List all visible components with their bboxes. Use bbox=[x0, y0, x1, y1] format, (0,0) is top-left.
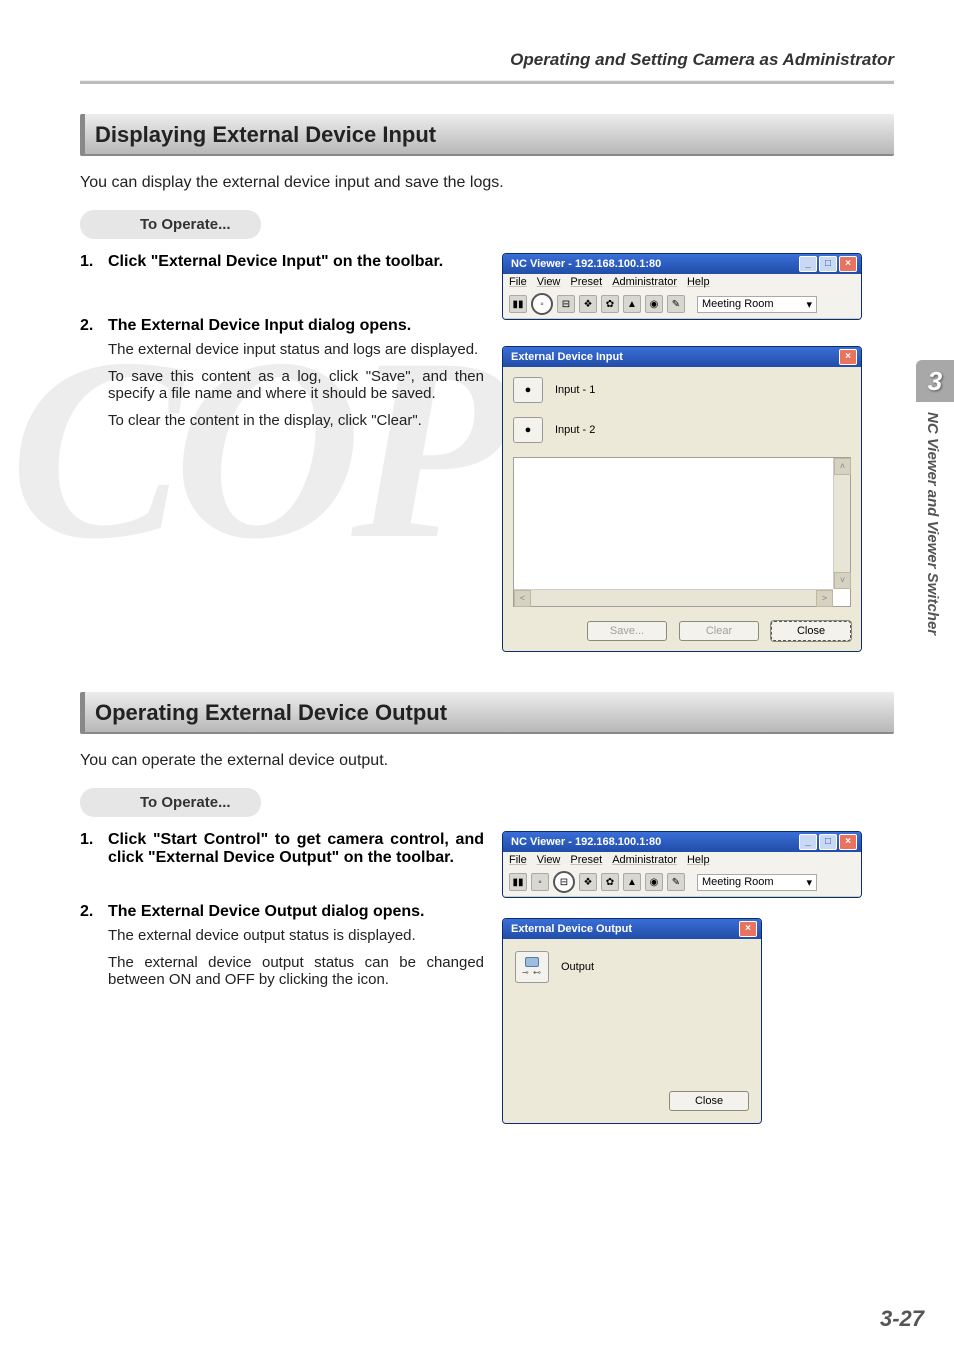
input-1-row: ● Input - 1 bbox=[513, 377, 851, 403]
step-number: 2. bbox=[80, 903, 108, 921]
section-heading-input: Displaying External Device Input bbox=[80, 114, 894, 156]
toolbar-icon[interactable]: ◉ bbox=[645, 873, 663, 891]
toolbar-icon[interactable]: ▲ bbox=[623, 873, 641, 891]
step1-title-output: Click "Start Control" to get camera cont… bbox=[108, 831, 484, 867]
menu-preset[interactable]: Preset bbox=[570, 276, 602, 288]
save-button[interactable]: Save... bbox=[587, 621, 667, 641]
step2-title-output: The External Device Output dialog opens. bbox=[108, 903, 425, 921]
pause-icon[interactable]: ▮▮ bbox=[509, 873, 527, 891]
maximize-button[interactable]: □ bbox=[819, 834, 837, 850]
nc-viewer-window: NC Viewer - 192.168.100.1:80 _ □ × File … bbox=[502, 253, 862, 320]
close-button[interactable]: × bbox=[839, 256, 857, 272]
step2-body2: To save this content as a log, click "Sa… bbox=[108, 368, 484, 402]
log-area: ˄ ˅ ˂ ˃ bbox=[513, 457, 851, 607]
vertical-scrollbar[interactable]: ˄ ˅ bbox=[833, 458, 850, 589]
running-header: Operating and Setting Camera as Administ… bbox=[80, 50, 894, 76]
external-device-output-icon[interactable]: ⊟ bbox=[557, 295, 575, 313]
close-button[interactable]: × bbox=[839, 834, 857, 850]
pause-icon[interactable]: ▮▮ bbox=[509, 295, 527, 313]
step2-title: The External Device Input dialog opens. bbox=[108, 317, 411, 335]
toolbar-icon[interactable]: ❖ bbox=[579, 295, 597, 313]
toolbar-icon[interactable]: ✎ bbox=[667, 873, 685, 891]
step2-body3: To clear the content in the display, cli… bbox=[108, 412, 484, 429]
nc-viewer-window-output: NC Viewer - 192.168.100.1:80 _ □ × File … bbox=[502, 831, 862, 898]
preset-select[interactable]: Meeting Room ▾ bbox=[697, 296, 817, 313]
toolbar-icon[interactable]: ✿ bbox=[601, 873, 619, 891]
preset-selected-label: Meeting Room bbox=[702, 298, 774, 310]
preset-select[interactable]: Meeting Room ▾ bbox=[697, 874, 817, 891]
input-1-label: Input - 1 bbox=[555, 384, 595, 396]
toolbar-icon[interactable]: ✿ bbox=[601, 295, 619, 313]
output-row: ⊸ ⊷ Output bbox=[515, 951, 749, 983]
operate-pill-1: To Operate... bbox=[80, 210, 261, 239]
external-device-input-dialog: External Device Input × ● Input - 1 ● In… bbox=[502, 346, 862, 652]
external-device-input-icon[interactable]: ◦ bbox=[531, 873, 549, 891]
step2-body2-output: The external device output status can be… bbox=[108, 954, 484, 988]
chevron-down-icon: ▾ bbox=[806, 876, 812, 889]
menu-file[interactable]: File bbox=[509, 854, 527, 866]
scroll-down-icon[interactable]: ˅ bbox=[834, 572, 851, 589]
close-button[interactable]: Close bbox=[771, 621, 851, 641]
external-device-output-icon[interactable]: ⊟ bbox=[553, 871, 575, 893]
scroll-up-icon[interactable]: ˄ bbox=[834, 458, 851, 475]
step2-body1: The external device input status and log… bbox=[108, 341, 484, 358]
page-number: 3-27 bbox=[880, 1306, 924, 1332]
minimize-button[interactable]: _ bbox=[799, 256, 817, 272]
operate-pill-2: To Operate... bbox=[80, 788, 261, 817]
clear-button[interactable]: Clear bbox=[679, 621, 759, 641]
close-button[interactable]: × bbox=[839, 349, 857, 365]
close-button[interactable]: Close bbox=[669, 1091, 749, 1111]
toolbar-icon[interactable]: ◉ bbox=[645, 295, 663, 313]
toolbar-icon[interactable]: ❖ bbox=[579, 873, 597, 891]
horizontal-scrollbar[interactable]: ˂ ˃ bbox=[514, 589, 833, 606]
window-title: NC Viewer - 192.168.100.1:80 bbox=[507, 258, 799, 270]
menu-bar: File View Preset Administrator Help bbox=[503, 852, 861, 868]
output-toggle-icon[interactable]: ⊸ ⊷ bbox=[515, 951, 549, 983]
dialog-title: External Device Output bbox=[507, 923, 739, 935]
section-heading-output: Operating External Device Output bbox=[80, 692, 894, 734]
input-status-icon: ● bbox=[513, 417, 543, 443]
step2-body1-output: The external device output status is dis… bbox=[108, 927, 484, 944]
input-status-icon: ● bbox=[513, 377, 543, 403]
scroll-left-icon[interactable]: ˂ bbox=[514, 590, 531, 607]
toolbar-icon[interactable]: ✎ bbox=[667, 295, 685, 313]
menu-help[interactable]: Help bbox=[687, 276, 710, 288]
menu-file[interactable]: File bbox=[509, 276, 527, 288]
dialog-title: External Device Input bbox=[507, 351, 839, 363]
menu-preset[interactable]: Preset bbox=[570, 854, 602, 866]
toolbar: ▮▮ ◦ ⊟ ❖ ✿ ▲ ◉ ✎ Meeting Room ▾ bbox=[503, 290, 861, 319]
menu-view[interactable]: View bbox=[537, 854, 561, 866]
toolbar: ▮▮ ◦ ⊟ ❖ ✿ ▲ ◉ ✎ Meeting Room ▾ bbox=[503, 868, 861, 897]
input-2-row: ● Input - 2 bbox=[513, 417, 851, 443]
window-title: NC Viewer - 192.168.100.1:80 bbox=[507, 836, 799, 848]
menu-administrator[interactable]: Administrator bbox=[612, 854, 677, 866]
menu-administrator[interactable]: Administrator bbox=[612, 276, 677, 288]
input-2-label: Input - 2 bbox=[555, 424, 595, 436]
header-rule bbox=[80, 80, 894, 84]
scroll-right-icon[interactable]: ˃ bbox=[816, 590, 833, 607]
menu-view[interactable]: View bbox=[537, 276, 561, 288]
maximize-button[interactable]: □ bbox=[819, 256, 837, 272]
preset-selected-label: Meeting Room bbox=[702, 876, 774, 888]
menu-bar: File View Preset Administrator Help bbox=[503, 274, 861, 290]
section2-intro: You can operate the external device outp… bbox=[80, 752, 894, 770]
menu-help[interactable]: Help bbox=[687, 854, 710, 866]
section1-intro: You can display the external device inpu… bbox=[80, 174, 894, 192]
close-button[interactable]: × bbox=[739, 921, 757, 937]
step-number: 2. bbox=[80, 317, 108, 335]
chevron-down-icon: ▾ bbox=[806, 298, 812, 311]
step1-title: Click "External Device Input" on the too… bbox=[108, 253, 443, 271]
minimize-button[interactable]: _ bbox=[799, 834, 817, 850]
step-number: 1. bbox=[80, 253, 108, 271]
step-number: 1. bbox=[80, 831, 108, 867]
toolbar-icon[interactable]: ▲ bbox=[623, 295, 641, 313]
external-device-input-icon[interactable]: ◦ bbox=[531, 293, 553, 315]
external-device-output-dialog: External Device Output × ⊸ ⊷ Output bbox=[502, 918, 762, 1124]
output-label: Output bbox=[561, 961, 594, 973]
